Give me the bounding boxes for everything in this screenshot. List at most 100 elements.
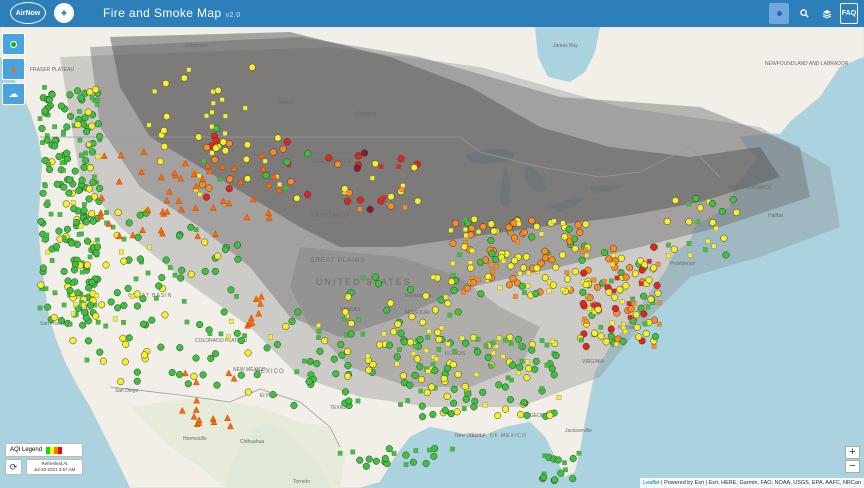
sensor-marker[interactable] <box>48 211 54 217</box>
monitor-marker[interactable] <box>133 377 141 385</box>
sensor-marker[interactable] <box>391 451 397 456</box>
monitor-marker[interactable] <box>156 157 164 165</box>
monitor-marker[interactable] <box>344 293 352 301</box>
sensor-marker[interactable] <box>146 244 152 250</box>
monitor-marker[interactable] <box>221 147 229 155</box>
monitor-marker[interactable] <box>133 302 141 310</box>
monitor-marker[interactable] <box>495 381 503 389</box>
sensor-marker[interactable] <box>493 264 499 269</box>
monitor-marker[interactable] <box>92 249 100 257</box>
monitor-marker[interactable] <box>316 347 324 355</box>
sensor-marker[interactable] <box>614 341 619 347</box>
aqi-legend-button[interactable]: AQI Legend <box>5 443 83 457</box>
sensor-marker[interactable] <box>686 201 692 207</box>
sensor-marker[interactable] <box>544 362 550 368</box>
monitor-marker[interactable] <box>55 153 63 161</box>
monitor-marker[interactable] <box>234 255 242 263</box>
sensor-marker[interactable] <box>519 358 525 364</box>
sensor-marker[interactable] <box>614 275 620 281</box>
monitor-marker[interactable] <box>633 323 641 332</box>
monitor-marker[interactable] <box>168 368 176 377</box>
monitor-marker[interactable] <box>344 197 352 205</box>
monitor-marker[interactable] <box>488 249 496 258</box>
monitor-marker[interactable] <box>88 148 96 156</box>
monitor-marker[interactable] <box>211 156 219 164</box>
monitor-marker[interactable] <box>233 241 242 249</box>
monitor-marker[interactable] <box>96 348 104 356</box>
sensor-marker[interactable] <box>450 261 456 266</box>
monitor-marker[interactable] <box>444 299 452 308</box>
sensor-marker[interactable] <box>518 343 523 348</box>
monitor-marker[interactable] <box>212 144 220 152</box>
monitor-marker[interactable] <box>374 280 383 288</box>
monitor-marker[interactable] <box>619 337 627 345</box>
monitor-marker[interactable] <box>569 454 577 463</box>
monitor-marker[interactable] <box>287 178 295 186</box>
monitor-marker[interactable] <box>582 220 590 228</box>
monitor-marker[interactable] <box>532 290 540 298</box>
monitor-marker[interactable] <box>237 371 245 379</box>
monitor-marker[interactable] <box>477 290 485 298</box>
monitor-marker[interactable] <box>576 228 584 236</box>
sensor-marker[interactable] <box>425 368 431 374</box>
sensor-marker[interactable] <box>584 253 590 258</box>
monitor-marker[interactable] <box>571 245 579 253</box>
monitor-marker[interactable] <box>416 363 424 371</box>
monitor-marker[interactable] <box>92 86 100 94</box>
monitor-marker[interactable] <box>306 357 314 366</box>
monitor-marker[interactable] <box>57 102 66 110</box>
sensor-marker[interactable] <box>525 283 531 289</box>
sensor-marker[interactable] <box>341 316 347 322</box>
monitor-marker[interactable] <box>416 336 424 344</box>
sensor-marker[interactable] <box>631 301 637 306</box>
sensor-marker[interactable] <box>508 340 514 346</box>
sensor-marker[interactable] <box>556 395 562 400</box>
sensor-marker[interactable] <box>217 177 222 182</box>
monitor-marker[interactable] <box>196 320 204 329</box>
monitor-marker[interactable] <box>213 381 221 389</box>
sensor-marker[interactable] <box>638 281 644 287</box>
monitor-marker[interactable] <box>638 266 646 274</box>
monitor-marker[interactable] <box>243 175 252 183</box>
sensor-marker[interactable] <box>82 202 87 207</box>
sensor-marker[interactable] <box>645 304 651 310</box>
sensor-marker[interactable] <box>397 347 402 352</box>
sensor-marker[interactable] <box>516 221 522 227</box>
monitor-marker[interactable] <box>509 361 517 369</box>
sensor-marker[interactable] <box>686 241 692 246</box>
monitor-marker[interactable] <box>476 258 484 266</box>
sensor-marker[interactable] <box>576 450 582 456</box>
monitor-marker[interactable] <box>696 204 704 212</box>
monitor-marker[interactable] <box>262 171 270 180</box>
sensor-marker[interactable] <box>695 219 701 225</box>
monitor-marker[interactable] <box>293 194 301 202</box>
sensor-marker[interactable] <box>42 85 47 90</box>
monitor-marker[interactable] <box>120 301 128 310</box>
monitor-marker[interactable] <box>552 352 560 360</box>
monitor-marker[interactable] <box>274 134 282 142</box>
monitor-marker[interactable] <box>417 375 425 384</box>
sensor-marker[interactable] <box>567 234 572 239</box>
monitor-marker[interactable] <box>400 338 408 346</box>
monitor-marker[interactable] <box>148 316 156 324</box>
monitor-marker[interactable] <box>580 269 588 277</box>
monitor-marker[interactable] <box>211 267 219 275</box>
monitor-marker[interactable] <box>96 184 104 192</box>
monitor-marker[interactable] <box>449 239 457 247</box>
sensor-marker[interactable] <box>210 100 216 106</box>
monitor-marker[interactable] <box>671 196 680 205</box>
monitor-marker[interactable] <box>607 325 615 333</box>
monitor-marker[interactable] <box>66 286 74 295</box>
sensor-marker[interactable] <box>154 295 159 301</box>
monitor-marker[interactable] <box>516 363 524 371</box>
monitor-marker[interactable] <box>532 357 540 365</box>
monitor-marker[interactable] <box>125 334 133 342</box>
monitor-marker[interactable] <box>221 246 229 254</box>
monitor-marker[interactable] <box>531 365 539 373</box>
monitor-marker[interactable] <box>226 175 234 183</box>
monitor-marker[interactable] <box>685 218 693 226</box>
monitor-marker[interactable] <box>160 142 169 151</box>
monitor-marker[interactable] <box>437 296 445 304</box>
monitor-marker[interactable] <box>409 458 417 466</box>
monitor-marker[interactable] <box>73 240 81 248</box>
